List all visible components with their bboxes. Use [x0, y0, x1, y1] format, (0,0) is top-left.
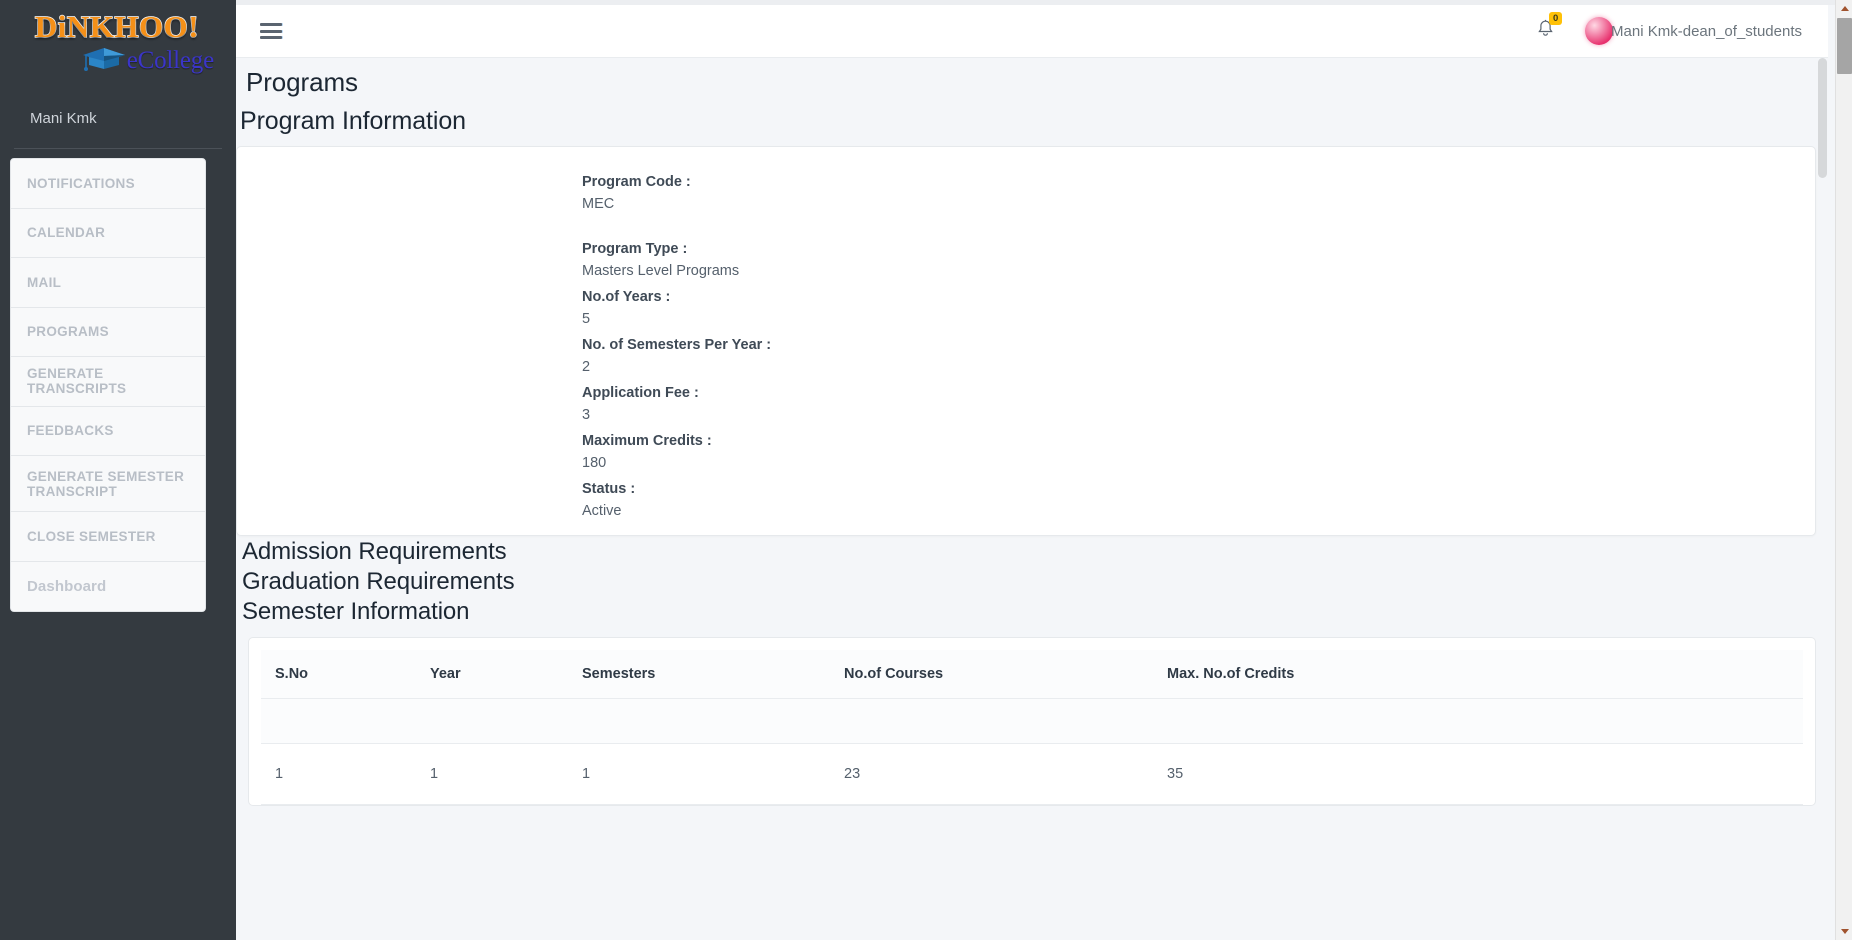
logo-secondary-row: eCollege	[14, 45, 220, 76]
program-fields-list: Program Code : MEC Program Type : Master…	[582, 172, 771, 525]
field-no-of-years: No.of Years : 5	[582, 287, 771, 331]
sidebar-user-name: Mani Kmk	[30, 110, 97, 127]
sidebar-item-label: Dashboard	[27, 577, 107, 595]
sidebar-item-feedbacks[interactable]: FEEDBACKS	[11, 406, 205, 456]
field-value: 180	[582, 455, 607, 471]
field-value: Active	[582, 503, 622, 519]
chevron-up-icon	[1840, 6, 1849, 11]
sidebar-item-label: GENERATE SEMESTER TRANSCRIPT	[27, 468, 185, 499]
field-value: 3	[582, 407, 591, 423]
sidebar-menu: NOTIFICATIONS CALENDAR MAIL PROGRAMS GEN…	[10, 158, 206, 612]
sidebar-item-calendar[interactable]: CALENDAR	[11, 208, 205, 258]
sidebar-brand[interactable]: DiNKHOO! eCollege Mani Kmk	[0, 0, 236, 127]
field-label: No.of Years :	[582, 289, 671, 305]
field-status: Status : Active	[582, 479, 771, 523]
content-scrollbar[interactable]	[1818, 58, 1827, 940]
program-information-heading: Program Information	[240, 107, 466, 135]
graduation-cap-icon	[82, 45, 126, 76]
sidebar-item-generate-transcripts[interactable]: GENERATE TRANSCRIPTS	[11, 357, 205, 407]
column-header-semesters[interactable]: Semesters	[568, 650, 830, 699]
sidebar-item-dashboard[interactable]: Dashboard	[11, 561, 205, 611]
program-information-card: Program Code : MEC Program Type : Master…	[236, 146, 1816, 536]
window-scrollbar-thumb[interactable]	[1837, 18, 1852, 74]
avatar[interactable]	[1585, 17, 1614, 45]
graduation-requirements-heading[interactable]: Graduation Requirements	[236, 566, 1828, 596]
field-application-fee: Application Fee : 3	[582, 383, 771, 427]
table-toolbar-row	[261, 698, 1803, 744]
field-program-code: Program Code : MEC	[582, 172, 771, 216]
sidebar-item-generate-semester-transcript[interactable]: GENERATE SEMESTER TRANSCRIPT	[11, 456, 205, 512]
sidebar-item-mail[interactable]: MAIL	[11, 258, 205, 308]
sidebar-item-label: PROGRAMS	[27, 324, 109, 340]
sidebar-item-programs[interactable]: PROGRAMS	[11, 307, 205, 357]
sidebar-item-label: GENERATE TRANSCRIPTS	[27, 366, 127, 397]
sidebar-item-label: NOTIFICATIONS	[27, 175, 135, 191]
column-header-sno[interactable]: S.No	[261, 650, 416, 699]
field-label: Status :	[582, 481, 636, 497]
cell-semesters: 1	[568, 743, 830, 805]
field-label: Program Code :	[582, 174, 691, 190]
table-toolbar-cell	[261, 698, 1803, 744]
bell-icon	[1536, 19, 1555, 43]
field-value: 2	[582, 359, 591, 375]
topbar-actions: 0 Mani Kmk-dean_of_students	[1536, 11, 1828, 45]
page-title: Programs	[246, 67, 358, 97]
logo-secondary-text: eCollege	[126, 46, 214, 74]
sidebar-divider	[14, 148, 222, 149]
app-root: DiNKHOO! eCollege Mani Kmk NOTIFICATIONS…	[0, 0, 1852, 940]
column-header-max-no-of-credits[interactable]: Max. No.of Credits	[1153, 650, 1803, 699]
notification-count-badge: 0	[1549, 11, 1563, 25]
topbar: 0 Mani Kmk-dean_of_students	[236, 5, 1828, 58]
sidebar-item-label: CLOSE SEMESTER	[27, 528, 156, 544]
field-value: Masters Level Programs	[582, 263, 740, 279]
scroll-up-button[interactable]	[1836, 0, 1852, 17]
table-header-row: S.No Year Semesters No.of Courses Max. N…	[261, 650, 1803, 699]
notifications-button[interactable]: 0	[1536, 11, 1563, 44]
cell-year: 1	[416, 743, 568, 805]
field-label: Application Fee :	[582, 385, 699, 401]
field-value: 5	[582, 311, 591, 327]
field-program-type: Program Type : Masters Level Programs	[582, 239, 771, 283]
main-content: Programs Program Information Program Cod…	[236, 58, 1828, 940]
field-maximum-credits: Maximum Credits : 180	[582, 431, 771, 475]
chevron-down-icon	[1840, 929, 1849, 934]
logo: DiNKHOO! eCollege	[14, 9, 220, 88]
column-header-no-of-courses[interactable]: No.of Courses	[830, 650, 1153, 699]
cell-no-of-courses: 23	[830, 743, 1153, 805]
semester-information-card: S.No Year Semesters No.of Courses Max. N…	[248, 637, 1816, 806]
sidebar-item-label: CALENDAR	[27, 225, 106, 241]
field-label: Maximum Credits :	[582, 433, 712, 449]
field-label: Program Type :	[582, 241, 688, 257]
hamburger-bar	[260, 29, 282, 33]
logo-primary-text: DiNKHOO!	[34, 9, 200, 45]
field-no-of-semesters-per-year: No. of Semesters Per Year : 2	[582, 335, 771, 379]
scroll-down-button[interactable]	[1836, 923, 1852, 940]
semester-information-heading[interactable]: Semester Information	[236, 596, 1828, 626]
field-value: MEC	[582, 196, 615, 212]
column-header-year[interactable]: Year	[416, 650, 568, 699]
content-scrollbar-thumb[interactable]	[1818, 58, 1827, 178]
sidebar-item-notifications[interactable]: NOTIFICATIONS	[11, 159, 205, 209]
sidebar-item-label: MAIL	[27, 274, 62, 290]
cell-sno: 1	[261, 743, 416, 805]
hamburger-bar	[260, 36, 282, 39]
semester-table: S.No Year Semesters No.of Courses Max. N…	[261, 650, 1803, 805]
sidebar-item-close-semester[interactable]: CLOSE SEMESTER	[11, 512, 205, 562]
topbar-user-label[interactable]: Mani Kmk-dean_of_students	[1611, 23, 1802, 40]
cell-max-no-of-credits: 35	[1153, 743, 1803, 805]
hamburger-bar	[260, 23, 282, 26]
admission-requirements-heading[interactable]: Admission Requirements	[236, 536, 1828, 566]
field-label: No. of Semesters Per Year :	[582, 337, 772, 353]
window-scrollbar[interactable]	[1835, 0, 1852, 940]
sidebar-item-label: FEEDBACKS	[27, 423, 114, 439]
sidebar: DiNKHOO! eCollege Mani Kmk NOTIFICATIONS…	[0, 0, 236, 940]
table-row[interactable]: 1 1 1 23 35	[261, 743, 1803, 805]
hamburger-icon[interactable]	[260, 20, 282, 43]
